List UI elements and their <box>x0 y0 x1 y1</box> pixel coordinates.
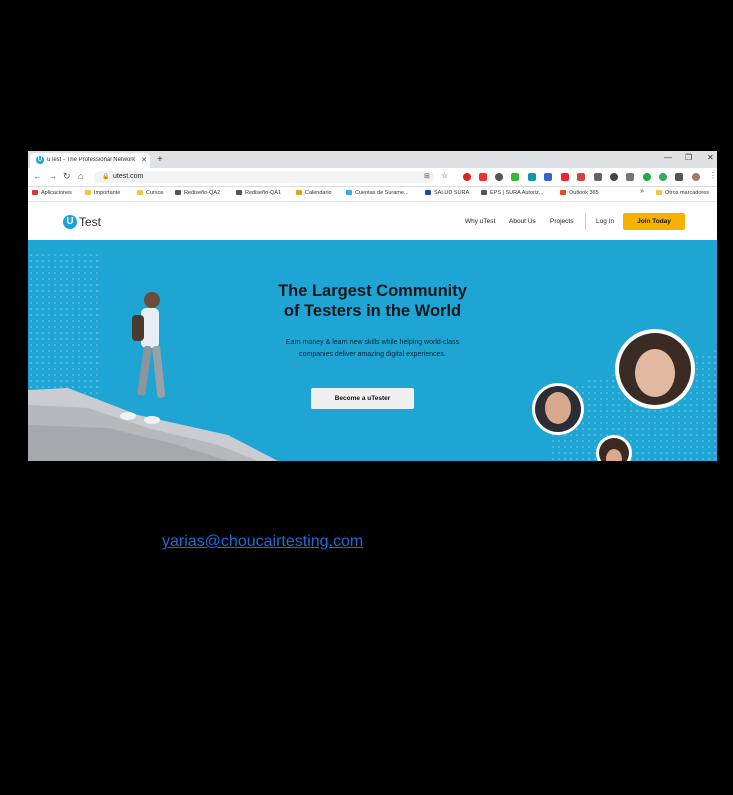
translate-icon[interactable]: ⊞ <box>424 172 430 180</box>
extension-icon[interactable] <box>479 173 487 181</box>
bookmark-item[interactable]: EPS | SURA Autoriz... <box>481 190 543 196</box>
globe-icon <box>481 190 487 195</box>
bookmark-item[interactable]: Importante <box>85 190 120 196</box>
bookmark-item[interactable]: Rediseño-QA2 <box>175 190 220 196</box>
sura-icon <box>346 190 352 195</box>
hero-subtitle-line1: Earn money & learn new skills while help… <box>285 339 460 346</box>
globe-icon <box>236 190 242 195</box>
bookmark-item[interactable]: Cuentas de Surame... <box>346 190 409 196</box>
site-header: U Test Why uTest About Us Projects Log I… <box>28 202 717 240</box>
extension-icon[interactable] <box>626 173 634 181</box>
nav-about-us[interactable]: About Us <box>509 218 536 225</box>
hero-title-line1: The Largest Community <box>278 282 467 300</box>
become-utester-button[interactable]: Become a uTester <box>311 388 414 409</box>
back-icon[interactable]: ← <box>33 171 42 181</box>
extension-icon[interactable] <box>495 173 503 181</box>
url-text: utest.com <box>113 173 144 180</box>
browser-tab[interactable]: U uTest - The Professional Network ✕ <box>30 153 150 168</box>
reload-icon[interactable]: ↻ <box>63 171 71 182</box>
bookmark-item[interactable]: Outlook 365 <box>560 190 599 196</box>
nav-why-utest[interactable]: Why uTest <box>465 218 495 225</box>
extension-icon[interactable] <box>577 173 585 181</box>
minimize-icon[interactable]: — <box>664 153 672 162</box>
bookmark-item[interactable]: Otros marcadores <box>656 190 709 196</box>
bookmark-item[interactable]: Cursos <box>137 190 163 196</box>
address-toolbar: ← → ↻ ⌂ 🔒 utest.com ⊞ ☆ ⋮ <box>28 168 717 187</box>
utest-favicon-icon: U <box>36 156 44 164</box>
puzzle-icon[interactable] <box>675 173 683 181</box>
hero-subtitle-line2: companies deliver amazing digital experi… <box>299 351 446 358</box>
extension-icon[interactable] <box>594 173 602 181</box>
extension-icon[interactable] <box>643 173 651 181</box>
office-icon <box>560 190 566 195</box>
utest-logo-icon[interactable]: U <box>63 215 77 229</box>
join-today-button[interactable]: Join Today <box>623 213 685 230</box>
folder-icon <box>85 190 91 195</box>
bookmark-item[interactable]: Rediseño-QA1 <box>236 190 281 196</box>
globe-icon <box>175 190 181 195</box>
hero-section: The Largest Community of Testers in the … <box>28 240 717 461</box>
tab-title: uTest - The Professional Network <box>47 157 136 163</box>
extension-icon[interactable] <box>561 173 569 181</box>
extension-icon[interactable] <box>463 173 471 181</box>
bookmark-item[interactable]: Calendario <box>296 190 332 196</box>
restore-icon[interactable]: ❐ <box>685 153 692 162</box>
forward-icon[interactable]: → <box>48 171 57 181</box>
folder-icon <box>137 190 143 195</box>
browser-screenshot: U uTest - The Professional Network ✕ + —… <box>28 151 717 461</box>
sura-icon <box>425 190 431 195</box>
nav-projects[interactable]: Projects <box>550 218 573 225</box>
bookmark-apps[interactable]: Aplicaciones <box>32 190 72 196</box>
bookmark-star-icon[interactable]: ☆ <box>441 171 448 180</box>
new-tab-button[interactable]: + <box>157 154 163 165</box>
home-icon[interactable]: ⌂ <box>78 171 83 181</box>
tab-close-icon[interactable]: ✕ <box>141 156 147 164</box>
window-close-icon[interactable]: ✕ <box>707 153 714 162</box>
folder-icon <box>656 190 662 195</box>
tab-bar: U uTest - The Professional Network ✕ + —… <box>28 151 717 168</box>
extension-icon[interactable] <box>511 173 519 181</box>
more-bookmarks-icon[interactable]: » <box>640 188 644 195</box>
extension-icon[interactable] <box>528 173 536 181</box>
omnibox[interactable]: 🔒 utest.com <box>94 171 434 183</box>
utest-logo-text[interactable]: Test <box>79 215 101 229</box>
email-link[interactable]: yarias@choucairtesting.com <box>162 533 363 551</box>
apps-grid-icon <box>32 190 38 195</box>
extension-icon[interactable] <box>659 173 667 181</box>
hero-title-line2: of Testers in the World <box>283 302 462 320</box>
bookmarks-bar: Aplicaciones Importante Cursos Rediseño-… <box>28 187 717 202</box>
profile-avatar[interactable] <box>692 173 700 181</box>
extension-icon[interactable] <box>610 173 618 181</box>
lock-icon: 🔒 <box>102 174 110 180</box>
bookmark-item[interactable]: SALUD SURA <box>425 190 469 196</box>
menu-dots-icon[interactable]: ⋮ <box>709 171 717 180</box>
calendar-icon <box>296 190 302 195</box>
login-link[interactable]: Log In <box>596 218 614 225</box>
nav-divider <box>585 213 586 230</box>
extension-icon[interactable] <box>544 173 552 181</box>
